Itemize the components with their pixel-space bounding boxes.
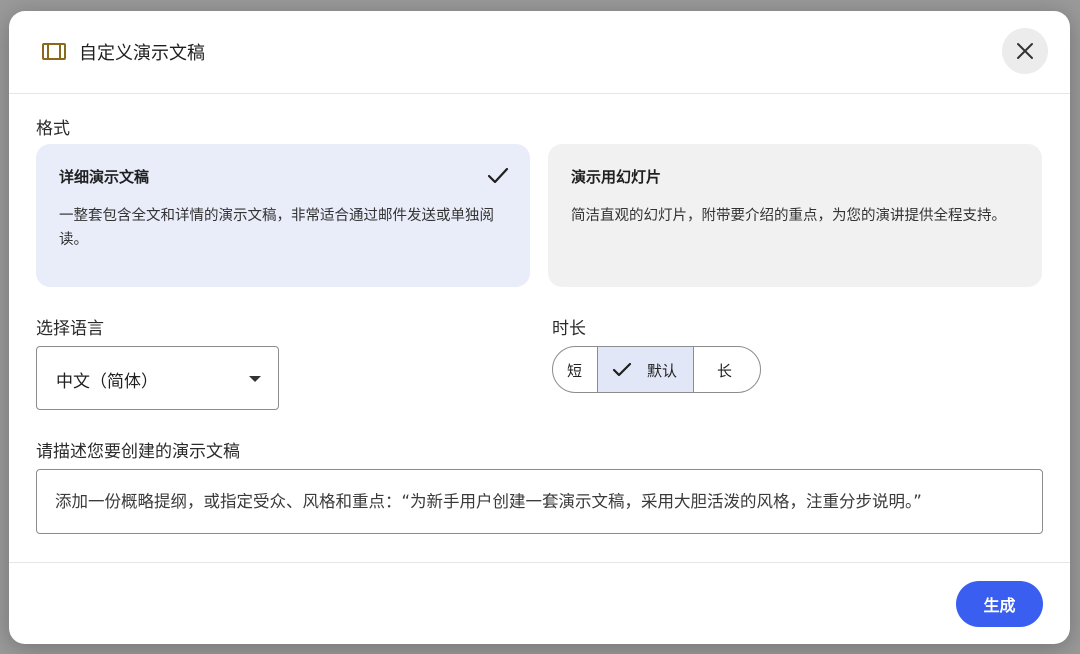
duration-label: 时长: [552, 319, 586, 339]
duration-option-long[interactable]: 长: [694, 347, 760, 392]
duration-option-default[interactable]: 默认: [598, 347, 694, 392]
format-option-description: 简洁直观的幻灯片，附带要介绍的重点，为您的演讲提供全程支持。: [571, 208, 1006, 224]
close-icon: [1017, 43, 1033, 59]
duration-segmented-control: 短 默认 长: [552, 346, 761, 393]
prompt-input[interactable]: 添加一份概略提纲，或指定受众、风格和重点：“为新手用户创建一套演示文稿，采用大胆…: [36, 469, 1043, 534]
check-icon: [612, 362, 632, 377]
generate-button[interactable]: 生成: [956, 581, 1043, 627]
close-button[interactable]: [1002, 28, 1048, 74]
format-label: 格式: [36, 119, 70, 139]
language-select[interactable]: 中文（简体）: [36, 346, 279, 410]
dialog-title: 自定义演示文稿: [79, 43, 205, 64]
dialog-header: 自定义演示文稿: [9, 11, 1070, 94]
format-option-title: 详细演示文稿: [59, 168, 150, 186]
format-option-title: 演示用幻灯片: [571, 168, 662, 186]
caret-down-icon: [249, 376, 261, 382]
customize-presentation-dialog: 自定义演示文稿 格式 详细演示文稿 一整套包含全文和详情的演示文稿，非常适合通过…: [9, 11, 1070, 644]
format-option-description: 一整套包含全文和详情的演示文稿，非常适合通过邮件发送或单独阅读。: [59, 208, 494, 248]
prompt-label: 请描述您要创建的演示文稿: [36, 442, 240, 462]
format-option-slides[interactable]: 演示用幻灯片 简洁直观的幻灯片，附带要介绍的重点，为您的演讲提供全程支持。: [548, 144, 1042, 287]
language-selected-value: 中文（简体）: [56, 372, 158, 392]
check-icon: [487, 167, 509, 184]
language-label: 选择语言: [36, 319, 104, 339]
format-option-detailed[interactable]: 详细演示文稿 一整套包含全文和详情的演示文稿，非常适合通过邮件发送或单独阅读。: [36, 144, 530, 287]
presentation-icon: [42, 43, 66, 60]
duration-option-short[interactable]: 短: [553, 347, 598, 392]
footer-divider: [9, 562, 1070, 563]
